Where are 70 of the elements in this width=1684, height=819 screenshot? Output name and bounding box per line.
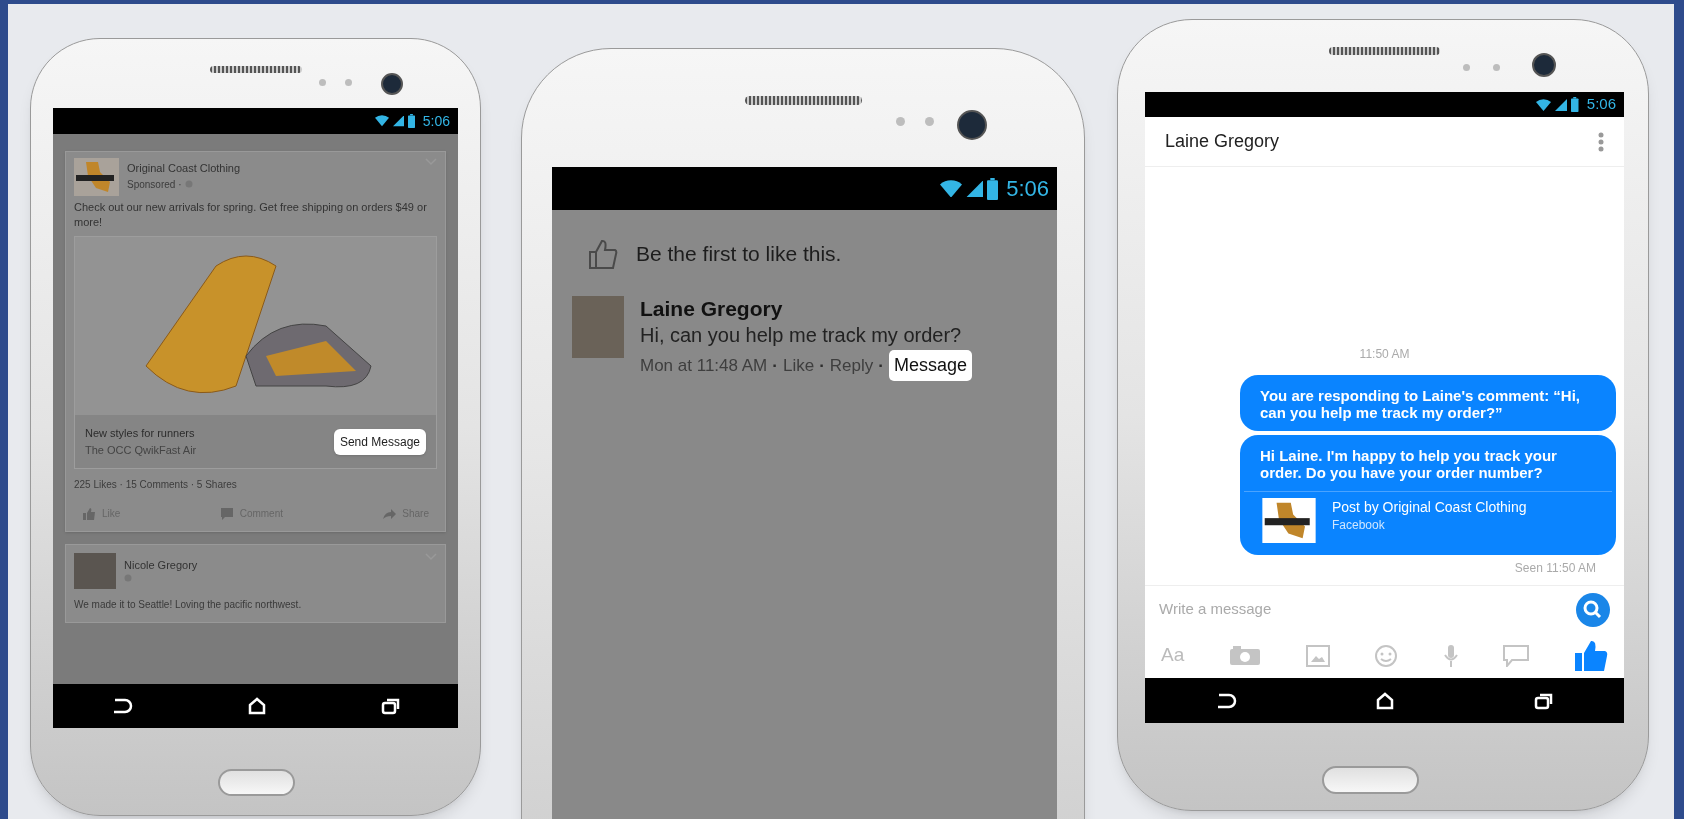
post-text: Check out our new arrivals for spring. Get free shipping on orders $49 or more!	[73, 200, 428, 230]
camera-icon	[1532, 53, 1556, 77]
chat-title: Laine Gregory	[1165, 130, 1280, 153]
action-link[interactable]: Like	[782, 352, 815, 379]
home-icon[interactable]	[247, 697, 266, 715]
smiley-icon[interactable]	[1374, 643, 1399, 668]
microphone-icon[interactable]	[1442, 643, 1459, 668]
comment-time: Mon at 11:48 AM	[640, 354, 768, 377]
message-text: Hi Laine. I'm happy to help you track your order. Do you have your order number?	[1259, 446, 1558, 483]
post-stats: 225 Likes · 15 Comments · 5 Shares	[73, 478, 238, 492]
likes-text: Be the first to like this.	[636, 241, 842, 268]
thumbs-up-icon	[588, 238, 618, 270]
message-timestamp: 11:50 AM	[1359, 346, 1410, 363]
wifi-icon	[374, 115, 389, 127]
brand-logo-icon	[1260, 498, 1318, 543]
speaker-grille-icon	[1329, 47, 1440, 55]
recent-apps-icon[interactable]	[1534, 691, 1555, 710]
post-text: We made it to Seattle! Loving the pacific northwest.	[74, 598, 303, 612]
home-button[interactable]	[218, 769, 295, 796]
seen-status: Seen 11:50 AM	[1514, 560, 1596, 577]
recent-apps-icon[interactable]	[380, 697, 401, 715]
status-time: 5:06	[1006, 175, 1049, 203]
camera-icon	[381, 73, 403, 95]
home-button[interactable]	[1322, 766, 1419, 794]
status-time: 5:06	[1586, 94, 1616, 115]
post-meta: Sponsored ·	[127, 177, 182, 192]
wifi-icon	[1536, 98, 1552, 111]
avatar-placeholder	[74, 553, 116, 589]
status-time: 5:06	[422, 111, 450, 131]
shared-post-source: Facebook	[1332, 517, 1386, 534]
speaker-grille-icon	[745, 96, 862, 105]
battery-icon	[407, 114, 415, 128]
action-link[interactable]: Reply	[829, 352, 874, 379]
battery-icon	[987, 177, 999, 200]
shared-post-preview[interactable]: Post by Original Coast Clothing Facebook	[1244, 491, 1612, 555]
speech-bubble-icon	[219, 506, 234, 521]
author-name[interactable]: Nicole Gregory	[124, 557, 417, 574]
camera-icon[interactable]	[1228, 645, 1261, 666]
link-preview[interactable]: New styles for runners The OCC QwikFast Air Send Message	[74, 236, 437, 469]
page-name[interactable]: Original Coast Clothing	[127, 160, 417, 177]
battery-icon	[1571, 97, 1579, 112]
message-text: You are responding to Laine's comment: “Hi, can you help me track my order?”	[1259, 386, 1581, 423]
link-title: New styles for runners	[85, 426, 196, 441]
signal-icon	[392, 115, 404, 127]
share-arrow-icon	[382, 506, 397, 521]
thumbs-up-icon[interactable]	[1574, 639, 1608, 672]
speaker-grille-icon	[210, 66, 302, 73]
shared-post-title: Post by Original Coast Clothing	[1332, 498, 1527, 516]
camera-icon	[957, 110, 987, 140]
wifi-icon	[939, 179, 962, 198]
speech-bubble-icon[interactable]	[1503, 644, 1530, 667]
image-icon[interactable]	[1305, 644, 1330, 667]
action-link[interactable]: Message	[888, 350, 972, 381]
message-input-field[interactable]: Write a message	[1159, 598, 1576, 621]
separator-dot: ·	[878, 354, 884, 377]
more-options-icon[interactable]	[1598, 131, 1604, 152]
home-icon[interactable]	[1376, 691, 1395, 710]
link-subtitle: The OCC QwikFast Air	[85, 442, 197, 458]
thumbs-up-icon	[82, 506, 96, 521]
separator-dot: ·	[772, 354, 778, 377]
search-icon[interactable]	[1576, 592, 1610, 627]
commenter-name[interactable]: Laine Gregory	[640, 296, 972, 322]
signal-icon	[1555, 98, 1568, 111]
send-message-button[interactable]: Send Message	[333, 428, 426, 455]
comment-text: Hi, can you help me track my order?	[640, 323, 963, 348]
signal-icon	[965, 179, 984, 198]
text-format-button[interactable]: Aa	[1161, 641, 1185, 670]
brand-logo-icon	[74, 158, 119, 196]
separator-dot: ·	[819, 354, 825, 377]
avatar-placeholder	[572, 296, 624, 358]
